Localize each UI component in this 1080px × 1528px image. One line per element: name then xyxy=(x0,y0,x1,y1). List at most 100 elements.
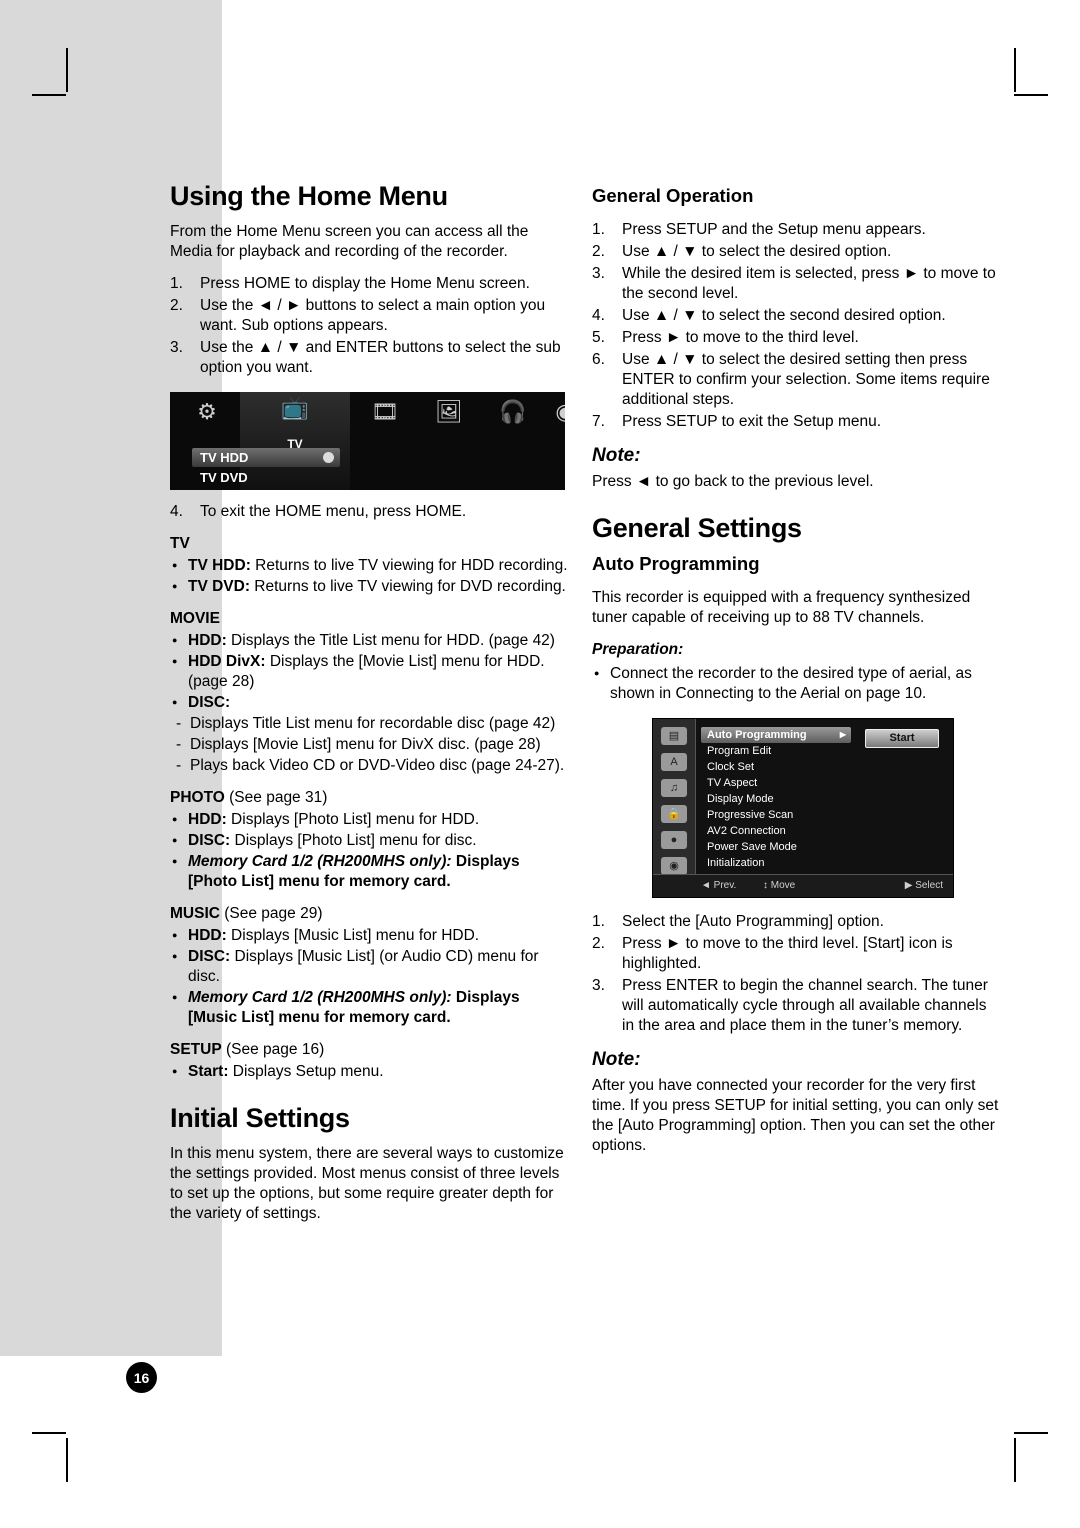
tv-icon: 📺 xyxy=(281,395,309,420)
step-number: 4. xyxy=(592,307,605,324)
disc-settings-icon: ◉ xyxy=(661,857,687,875)
document-page: 16 Using the Home Menu From the Home Men… xyxy=(0,0,1080,1528)
list-item: 2. Use the ◄ / ► buttons to select a main… xyxy=(170,296,570,336)
bullet-bold: HDD: xyxy=(188,632,227,649)
setup-menu-item-display-mode[interactable]: Display Mode xyxy=(701,791,851,807)
group-heading-setup-suffix: (See page 16) xyxy=(221,1041,325,1058)
step-text: Press SETUP to exit the Setup menu. xyxy=(622,413,882,430)
dash-text: Plays back Video CD or DVD-Video disc (p… xyxy=(190,757,565,774)
step-text: Press ENTER to begin the channel search.… xyxy=(622,977,988,1034)
step-text: Use ▲ / ▼ to select the desired setting … xyxy=(622,351,990,408)
bullet-bold: DISC: xyxy=(188,832,231,849)
list-item: 2. Use ▲ / ▼ to select the desired option… xyxy=(592,242,1000,262)
step-number: 6. xyxy=(592,351,605,368)
list-item: 3. While the desired item is selected, pr… xyxy=(592,264,1000,304)
step-text: Use the ◄ / ► buttons to select a main o… xyxy=(200,297,546,334)
crop-mark-bottom-right-horizontal xyxy=(1014,1432,1048,1434)
list-item: Plays back Video CD or DVD-Video disc (p… xyxy=(170,756,570,776)
lock-icon: 🔒 xyxy=(661,805,687,823)
group-heading-music-label: MUSIC xyxy=(170,905,220,922)
step-text: Press HOME to display the Home Menu scre… xyxy=(200,275,530,292)
footer-select-hint: ▶ Select xyxy=(904,880,943,891)
note-text-auto-programming: After you have connected your recorder f… xyxy=(592,1077,999,1154)
setup-menu-screenshot: ▤ A ♫ 🔒 ● ◉ Auto Programming Program Edi… xyxy=(652,718,954,898)
step-number: 2. xyxy=(592,935,605,952)
group-bullets-music: HDD: Displays [Music List] menu for HDD.… xyxy=(170,925,570,1028)
menu-item-label: Display Mode xyxy=(707,793,774,805)
list-item: 2. Press ► to move to the third level. [S… xyxy=(592,934,1000,974)
step-number: 3. xyxy=(170,339,183,356)
crop-mark-top-right-horizontal xyxy=(1014,94,1048,96)
group-heading-photo: PHOTO (See page 31) xyxy=(170,788,570,808)
preparation-bullets: Connect the recorder to the desired type… xyxy=(592,663,1000,704)
group-heading-music-suffix: (See page 29) xyxy=(219,905,323,922)
setup-menu-item-power-save-mode[interactable]: Power Save Mode xyxy=(701,839,851,855)
bullet-bold: HDD: xyxy=(188,811,227,828)
left-grey-bar-bottom-white xyxy=(0,1356,222,1528)
list-item: 3. Use the ▲ / ▼ and ENTER buttons to sel… xyxy=(170,338,570,378)
bullet-text: Connect the recorder to the desired type… xyxy=(610,665,972,702)
step-text: Press ► to move to the third level. xyxy=(622,329,859,346)
bullet-bold: Memory Card 1/2 (RH200MHS only): xyxy=(188,853,452,870)
note-label-auto-programming: Note: xyxy=(592,1049,641,1070)
group-heading-music: MUSIC (See page 29) xyxy=(170,904,570,924)
list-item: 6. Use ▲ / ▼ to select the desired settin… xyxy=(592,350,1000,410)
list-item: HDD: Displays the Title List menu for HD… xyxy=(170,630,570,651)
group-heading-setup-label: SETUP xyxy=(170,1041,222,1058)
step-number: 4. xyxy=(170,503,183,520)
menu-item-label: Auto Programming xyxy=(707,729,807,741)
menu-item-label: Program Edit xyxy=(707,745,772,757)
list-item: 1. Select the [Auto Programming] option. xyxy=(592,912,1000,932)
bullet-bold: DISC: xyxy=(188,694,231,711)
setup-menu-item-tv-aspect[interactable]: TV Aspect xyxy=(701,775,851,791)
menu-item-label: Initialization xyxy=(707,857,765,869)
bullet-text: Returns to live TV viewing for HDD recor… xyxy=(250,557,568,574)
step-number: 1. xyxy=(592,913,605,930)
group-heading-tv: TV xyxy=(170,535,190,552)
list-item: Start: Displays Setup menu. xyxy=(170,1061,570,1082)
menu-item-label: Power Save Mode xyxy=(707,841,797,853)
setup-menu-item-progressive-scan[interactable]: Progressive Scan xyxy=(701,807,851,823)
auto-programming-body: This recorder is equipped with a frequen… xyxy=(592,589,971,626)
setup-menu-item-av2-connection[interactable]: AV2 Connection xyxy=(701,823,851,839)
footer-move-hint: ↕ Move xyxy=(763,880,796,891)
note-text-operation: Press ◄ to go back to the previous level… xyxy=(592,473,874,490)
bullet-text: Returns to live TV viewing for DVD recor… xyxy=(250,578,566,595)
list-item: DISC: xyxy=(170,692,570,713)
setup-menu-item-clock-set[interactable]: Clock Set xyxy=(701,759,851,775)
crop-mark-top-left-horizontal xyxy=(32,94,66,96)
group-heading-movie: MOVIE xyxy=(170,610,220,627)
photo-icon: 🖼 xyxy=(435,399,463,424)
step-text: Press ► to move to the third level. [Sta… xyxy=(622,935,953,972)
setup-menu-item-initialization[interactable]: Initialization xyxy=(701,855,851,871)
note-label-operation: Note: xyxy=(592,445,641,466)
list-item: TV HDD: Returns to live TV viewing for H… xyxy=(170,555,570,576)
group-bullets-movie: HDD: Displays the Title List menu for HD… xyxy=(170,630,570,713)
start-button[interactable]: Start xyxy=(865,729,939,748)
group-bullets-photo: HDD: Displays [Photo List] menu for HDD.… xyxy=(170,809,570,892)
setup-menu-item-auto-programming[interactable]: Auto Programming xyxy=(701,727,851,743)
section-title-general-operation: General Operation xyxy=(592,185,754,206)
home-menu-option-tv-dvd[interactable]: TV DVD xyxy=(192,468,340,487)
bullet-text: Displays [Music List] menu for HDD. xyxy=(226,927,480,944)
step-number: 1. xyxy=(170,275,183,292)
setup-menu-item-program-edit[interactable]: Program Edit xyxy=(701,743,851,759)
footer-prev-hint: ◄ Prev. xyxy=(701,880,737,891)
preparation-label: Preparation: xyxy=(592,641,684,658)
list-item: 5. Press ► to move to the third level. xyxy=(592,328,1000,348)
crop-mark-bottom-left-horizontal xyxy=(32,1432,66,1434)
home-menu-intro: From the Home Menu screen you can access… xyxy=(170,223,529,260)
general-settings-icon: ▤ xyxy=(661,727,687,745)
dash-text: Displays [Movie List] menu for DivX disc… xyxy=(190,736,541,753)
step-number: 3. xyxy=(592,977,605,994)
dash-text: Displays Title List menu for recordable … xyxy=(190,715,556,732)
crop-mark-top-right-vertical xyxy=(1014,48,1016,92)
crop-mark-top-left-vertical xyxy=(66,48,68,92)
group-heading-setup: SETUP (See page 16) xyxy=(170,1040,570,1060)
setup-menu-footer: ◄ Prev. ↕ Move ▶ Select xyxy=(653,874,953,897)
step-text: To exit the HOME menu, press HOME. xyxy=(200,503,467,520)
step-text: Use ▲ / ▼ to select the second desired o… xyxy=(622,307,946,324)
home-menu-option-tv-hdd[interactable]: TV HDD xyxy=(192,448,340,467)
home-menu-steps: 1. Press HOME to display the Home Menu sc… xyxy=(170,274,570,378)
list-item: 1. Press SETUP and the Setup menu appears… xyxy=(592,220,1000,240)
